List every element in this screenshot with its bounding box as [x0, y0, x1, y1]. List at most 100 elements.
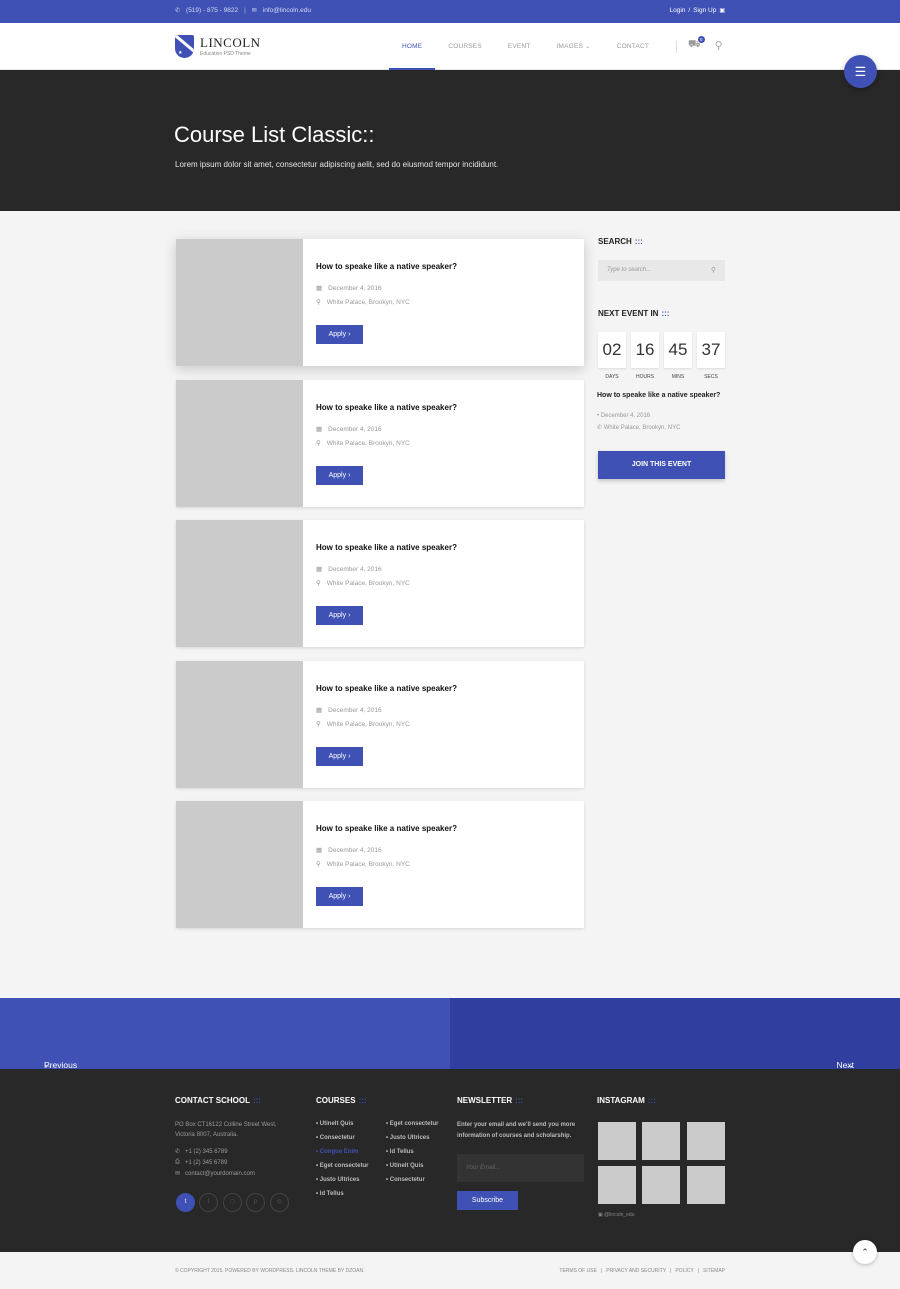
footer-course-link[interactable]: • Consectetur — [316, 1135, 355, 1141]
course-thumbnail[interactable] — [176, 520, 303, 647]
top-bar: ✆ (519) - 875 - 9822 | ✉ info@lincoln.ed… — [0, 0, 900, 23]
footer-course-link[interactable]: • Congue Enim — [316, 1149, 358, 1155]
sidebar-search-input[interactable]: Type to search... ⚲ — [598, 260, 725, 281]
top-phone: (519) - 875 - 9822 — [186, 7, 239, 14]
instagram-photo[interactable] — [598, 1122, 636, 1160]
login-link[interactable]: Login — [669, 7, 685, 14]
course-card[interactable]: How to speake like a native speaker? ▦ De… — [176, 380, 584, 507]
terms-link[interactable]: TERMS OF USE — [559, 1268, 597, 1274]
course-thumbnail[interactable] — [176, 380, 303, 507]
countdown-secs-label: SECS — [704, 374, 718, 380]
footer-course-link[interactable]: • Eget consectetur — [316, 1163, 368, 1169]
instagram-photo[interactable] — [687, 1122, 725, 1160]
previous-page-button[interactable]: ← Previous — [0, 998, 450, 1070]
sitemap-link[interactable]: SITEMAP — [703, 1268, 725, 1274]
facebook-icon[interactable]: f — [199, 1193, 218, 1212]
pinterest-icon[interactable]: p — [246, 1193, 265, 1212]
page-subtitle: Lorem ipsum dolor sit amet, consectetur … — [175, 160, 499, 169]
instagram-photo[interactable] — [598, 1166, 636, 1204]
instagram-icon[interactable]: ◻ — [223, 1193, 242, 1212]
course-link-label: Consectetur — [319, 1135, 355, 1141]
top-divider: | — [244, 7, 246, 14]
footer-course-link[interactable]: • Justo Ultrices — [386, 1135, 429, 1141]
course-title[interactable]: How to speake like a native speaker? — [316, 824, 457, 833]
privacy-link[interactable]: PRIVACY AND SECURITY — [606, 1268, 666, 1274]
search-icon[interactable]: ⚲ — [715, 39, 723, 52]
phone-icon: ✆ — [175, 1149, 181, 1155]
apply-button[interactable]: Apply › — [316, 747, 363, 766]
instagram-photo[interactable] — [642, 1122, 680, 1160]
logo[interactable]: LINCOLN Education PSD Theme — [175, 35, 261, 58]
footer-course-link[interactable]: • Eget consectetur — [386, 1121, 438, 1127]
course-title[interactable]: How to speake like a native speaker? — [316, 403, 457, 412]
countdown-mins: 45 — [664, 332, 692, 368]
instagram-photo[interactable] — [687, 1166, 725, 1204]
footer-course-link[interactable]: • Utinelt Quis — [386, 1163, 423, 1169]
course-date: December 4, 2016 — [328, 846, 382, 854]
chevron-right-icon: › — [348, 612, 351, 619]
signup-link[interactable]: Sign Up — [693, 7, 716, 14]
apply-button[interactable]: Apply › — [316, 325, 363, 344]
page-title: Course List Classic:: — [174, 122, 375, 147]
site-header: LINCOLN Education PSD Theme HOME COURSES… — [0, 23, 900, 70]
location-pin-icon: ⚲ — [316, 580, 321, 587]
footer-course-link[interactable]: • Id Tellus — [316, 1191, 344, 1197]
nav-event[interactable]: EVENT — [495, 23, 544, 70]
contact-email[interactable]: contact@yourdomain.com — [185, 1171, 255, 1177]
policy-link[interactable]: POLICY — [675, 1268, 693, 1274]
heading-dots: ::: — [634, 237, 643, 246]
course-card[interactable]: How to speake like a native speaker? ▦ De… — [176, 661, 584, 788]
site-footer: CONTACT SCHOOL::: PO Box CT16122 Colline… — [0, 1069, 900, 1252]
heading-dots: ::: — [647, 1096, 656, 1105]
event-title[interactable]: How to speake like a native speaker? — [597, 392, 720, 399]
course-thumbnail[interactable] — [176, 801, 303, 928]
footer-course-link[interactable]: • Justo Ultrices — [316, 1177, 359, 1183]
newsletter-email-input[interactable]: Your Email... — [457, 1154, 584, 1182]
course-title[interactable]: How to speake like a native speaker? — [316, 684, 457, 693]
nav-courses[interactable]: COURSES — [435, 23, 495, 70]
course-title[interactable]: How to speake like a native speaker? — [316, 262, 457, 271]
course-link-label: Id Tellus — [389, 1149, 414, 1155]
bottom-bar: © COPYRIGHT 2015. POWERED BY WORDPRESS. … — [0, 1252, 900, 1289]
instagram-handle[interactable]: @lincoln_edu — [604, 1212, 634, 1218]
course-link-label: Eget consectetur — [389, 1121, 439, 1127]
course-card[interactable]: How to speake like a native speaker? ▦ De… — [176, 239, 584, 366]
footer-course-link[interactable]: • Consectetur — [386, 1177, 425, 1183]
nav-images[interactable]: IMAGES ⌄ — [544, 23, 604, 70]
join-event-button[interactable]: JOIN THIS EVENT — [598, 451, 725, 479]
apply-label: Apply — [328, 893, 347, 900]
back-to-top-button[interactable]: ⌃ — [853, 1240, 877, 1264]
top-email[interactable]: info@lincoln.edu — [263, 7, 311, 14]
calendar-icon: ▦ — [316, 285, 323, 292]
apply-button[interactable]: Apply › — [316, 887, 363, 906]
nav-contact[interactable]: CONTACT — [604, 23, 662, 70]
course-title[interactable]: How to speake like a native speaker? — [316, 543, 457, 552]
apply-label: Apply — [328, 472, 347, 479]
cart-badge: 0 — [697, 36, 705, 43]
course-thumbnail[interactable] — [176, 661, 303, 788]
course-link-label: Justo Ultrices — [319, 1177, 360, 1183]
mail-icon: ✉ — [175, 1171, 181, 1177]
course-thumbnail[interactable] — [176, 239, 303, 366]
instagram-photo[interactable] — [642, 1166, 680, 1204]
apply-button[interactable]: Apply › — [316, 466, 363, 485]
subscribe-button[interactable]: Subscribe — [457, 1191, 518, 1210]
event-heading: NEXT EVENT IN — [598, 309, 659, 318]
link-divider: | — [670, 1268, 672, 1274]
dribbble-icon[interactable]: ◎ — [270, 1193, 289, 1212]
footer-course-link[interactable]: • Id Tellus — [386, 1149, 414, 1155]
course-link-label: Justo Ultrices — [389, 1135, 430, 1141]
instagram-heading: INSTAGRAM — [597, 1096, 645, 1105]
next-page-button[interactable]: Next → — [450, 998, 900, 1070]
course-card[interactable]: How to speake like a native speaker? ▦ De… — [176, 520, 584, 647]
course-card[interactable]: How to speake like a native speaker? ▦ De… — [176, 801, 584, 928]
twitter-icon[interactable]: t — [176, 1193, 195, 1212]
search-icon[interactable]: ⚲ — [711, 266, 716, 274]
newsletter-text: Enter your email and we'll send you more… — [457, 1122, 576, 1139]
footer-course-link[interactable]: • Utinelt Quis — [316, 1121, 353, 1127]
menu-button[interactable]: ☰ — [844, 55, 877, 88]
nav-home[interactable]: HOME — [389, 23, 436, 70]
cart-icon[interactable]: ⛟ 0 — [688, 36, 705, 52]
contact-fax: +1 (2) 345 6789 — [184, 1159, 228, 1166]
apply-button[interactable]: Apply › — [316, 606, 363, 625]
